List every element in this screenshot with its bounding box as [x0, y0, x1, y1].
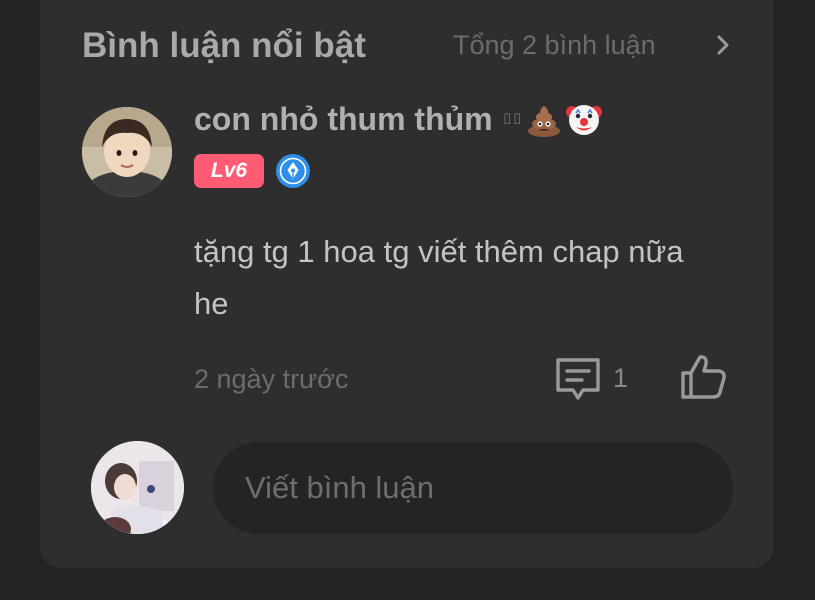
commenter-username[interactable]: con nhỏ thum thủm ⌷⌷	[194, 100, 603, 138]
username-unrendered-glyphs: ⌷⌷	[502, 110, 523, 128]
current-user-avatar[interactable]	[91, 441, 184, 534]
comment-text: tặng tg 1 hoa tg viết thêm chap nữa he	[194, 234, 684, 321]
reply-icon[interactable]	[553, 355, 603, 403]
total-comments-link[interactable]: Tổng 2 bình luận	[453, 30, 656, 61]
like-icon[interactable]	[678, 352, 728, 402]
commenter-avatar[interactable]	[82, 107, 172, 197]
pile-of-poo-emoji	[527, 106, 560, 137]
level-badge: Lv6	[194, 154, 264, 188]
reply-count[interactable]: 1	[613, 363, 628, 394]
chevron-right-icon[interactable]	[710, 32, 736, 58]
username-text: con nhỏ thum thủm	[194, 100, 493, 137]
clown-face-emoji	[565, 105, 602, 135]
section-title: Bình luận nổi bật	[82, 26, 366, 65]
pen-badge-icon	[276, 154, 310, 188]
comment-timestamp: 2 ngày trước	[194, 364, 349, 394]
comment-input[interactable]	[213, 442, 733, 534]
